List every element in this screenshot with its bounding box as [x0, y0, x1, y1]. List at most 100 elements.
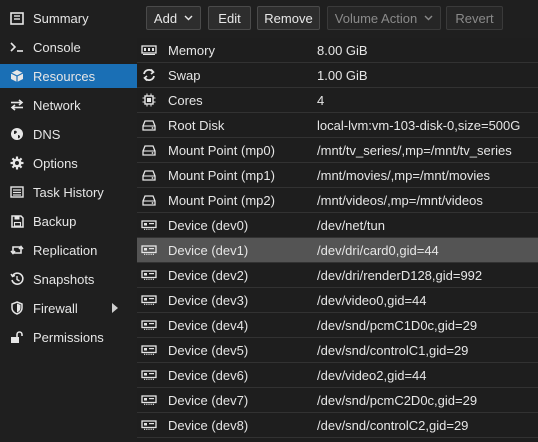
- sidebar-item-console[interactable]: Console: [0, 35, 137, 59]
- row-key: Device (dev2): [168, 268, 249, 283]
- row-key: Swap: [168, 68, 201, 83]
- sidebar-item-label: Console: [33, 39, 81, 55]
- sidebar-item-replication[interactable]: Replication: [0, 238, 137, 262]
- device-card-icon: [141, 243, 157, 257]
- row-value: 4: [317, 93, 325, 108]
- sidebar-item-dns[interactable]: DNS: [0, 122, 137, 146]
- device-card-icon: [141, 343, 157, 357]
- table-row[interactable]: Mount Point (mp2) /mnt/videos/,mp=/mnt/vi…: [137, 188, 538, 213]
- book-icon: [10, 11, 24, 25]
- history-icon: [10, 272, 24, 286]
- row-value: /dev/video2,gid=44: [317, 368, 427, 383]
- row-key: Device (dev5): [168, 343, 249, 358]
- row-value: /mnt/tv_series/,mp=/mnt/tv_series: [317, 143, 512, 158]
- sidebar-item-label: Backup: [33, 213, 77, 229]
- sidebar-item-backup[interactable]: Backup: [0, 209, 137, 233]
- add-button[interactable]: Add: [146, 6, 201, 30]
- resources-panel: Add Edit Remove Volume Action Revert Mem…: [137, 0, 538, 442]
- unlock-icon: [10, 330, 24, 344]
- table-row[interactable]: Mount Point (mp1) /mnt/movies/,mp=/mnt/mo…: [137, 163, 538, 188]
- sidebar-item-permissions[interactable]: Permissions: [0, 325, 137, 349]
- cube-icon: [10, 69, 24, 83]
- sidebar-item-label: Snapshots: [33, 271, 95, 287]
- hdd-icon: [141, 168, 157, 182]
- sidebar-item-label: Network: [33, 97, 81, 113]
- sidebar-item-firewall[interactable]: Firewall: [0, 296, 137, 320]
- row-value: /dev/net/tun: [317, 218, 385, 233]
- device-card-icon: [141, 368, 157, 382]
- row-key: Cores: [168, 93, 203, 108]
- chevron-down-icon: [184, 15, 193, 21]
- sidebar-item-task-history[interactable]: Task History: [0, 180, 137, 204]
- row-key: Device (dev1): [168, 243, 249, 258]
- toolbar: Add Edit Remove Volume Action Revert: [137, 0, 538, 38]
- row-value: /dev/snd/pcmC2D0c,gid=29: [317, 393, 478, 408]
- sidebar-item-options[interactable]: Options: [0, 151, 137, 175]
- memory-icon: [141, 43, 157, 57]
- remove-button-label: Remove: [264, 10, 313, 26]
- revert-button-label: Revert: [455, 10, 494, 26]
- sidebar-item-label: Options: [33, 155, 78, 171]
- row-value: /dev/snd/controlC2,gid=29: [317, 418, 469, 433]
- row-value: /dev/dri/card0,gid=44: [317, 243, 439, 258]
- row-value: /mnt/videos/,mp=/mnt/videos: [317, 193, 483, 208]
- device-card-icon: [141, 218, 157, 232]
- table-row[interactable]: Device (dev7) /dev/snd/pcmC2D0c,gid=29: [137, 388, 538, 413]
- table-row[interactable]: Device (dev3) /dev/video0,gid=44: [137, 288, 538, 313]
- gear-icon: [10, 156, 24, 170]
- row-key: Device (dev7): [168, 393, 249, 408]
- edit-button-label: Edit: [218, 10, 241, 26]
- table-row[interactable]: Device (dev8) /dev/snd/controlC2,gid=29: [137, 413, 538, 438]
- table-row[interactable]: Device (dev0) /dev/net/tun: [137, 213, 538, 238]
- table-row[interactable]: Device (dev1) /dev/dri/card0,gid=44: [137, 238, 538, 263]
- device-card-icon: [141, 293, 157, 307]
- table-row[interactable]: Memory 8.00 GiB: [137, 38, 538, 63]
- sidebar: Summary Console Resources Network DNS Op…: [0, 0, 137, 442]
- sidebar-item-resources[interactable]: Resources: [0, 64, 137, 88]
- device-card-icon: [141, 418, 157, 432]
- row-value: 1.00 GiB: [317, 68, 368, 83]
- sidebar-item-snapshots[interactable]: Snapshots: [0, 267, 137, 291]
- list-icon: [10, 185, 24, 199]
- cpu-icon: [141, 93, 157, 107]
- hdd-icon: [141, 143, 157, 157]
- row-key: Device (dev8): [168, 418, 249, 433]
- volume-action-button[interactable]: Volume Action: [327, 6, 441, 30]
- remove-button[interactable]: Remove: [257, 6, 320, 30]
- table-row[interactable]: Root Disk local-lvm:vm-103-disk-0,size=50…: [137, 113, 538, 138]
- row-value: /mnt/movies/,mp=/mnt/movies: [317, 168, 491, 183]
- row-value: 8.00 GiB: [317, 43, 368, 58]
- row-key: Device (dev6): [168, 368, 249, 383]
- row-key: Device (dev0): [168, 218, 249, 233]
- row-value: /dev/snd/pcmC1D0c,gid=29: [317, 318, 478, 333]
- revert-button[interactable]: Revert: [446, 6, 503, 30]
- table-row[interactable]: Device (dev2) /dev/dri/renderD128,gid=992: [137, 263, 538, 288]
- hdd-icon: [141, 118, 157, 132]
- chevron-down-icon: [424, 15, 433, 21]
- row-value: local-lvm:vm-103-disk-0,size=500G: [317, 118, 521, 133]
- sidebar-item-network[interactable]: Network: [0, 93, 137, 117]
- row-key: Mount Point (mp1): [168, 168, 275, 183]
- row-key: Mount Point (mp2): [168, 193, 275, 208]
- retweet-icon: [10, 243, 24, 257]
- row-key: Device (dev3): [168, 293, 249, 308]
- sidebar-item-label: Resources: [33, 68, 96, 84]
- sidebar-item-summary[interactable]: Summary: [0, 6, 137, 30]
- device-card-icon: [141, 393, 157, 407]
- row-value: /dev/video0,gid=44: [317, 293, 427, 308]
- row-value: /dev/snd/controlC1,gid=29: [317, 343, 469, 358]
- table-row[interactable]: Device (dev6) /dev/video2,gid=44: [137, 363, 538, 388]
- add-button-label: Add: [153, 10, 178, 26]
- submenu-arrow-icon[interactable]: [112, 303, 118, 313]
- table-row[interactable]: Swap 1.00 GiB: [137, 63, 538, 88]
- hdd-icon: [141, 193, 157, 207]
- table-row[interactable]: Device (dev4) /dev/snd/pcmC1D0c,gid=29: [137, 313, 538, 338]
- sidebar-item-label: Replication: [33, 242, 98, 258]
- row-key: Memory: [168, 43, 215, 58]
- exchange-icon: [10, 98, 24, 112]
- table-row[interactable]: Device (dev5) /dev/snd/controlC1,gid=29: [137, 338, 538, 363]
- table-row[interactable]: Cores 4: [137, 88, 538, 113]
- table-row[interactable]: Mount Point (mp0) /mnt/tv_series/,mp=/mnt…: [137, 138, 538, 163]
- sidebar-item-label: Task History: [33, 184, 104, 200]
- edit-button[interactable]: Edit: [208, 6, 251, 30]
